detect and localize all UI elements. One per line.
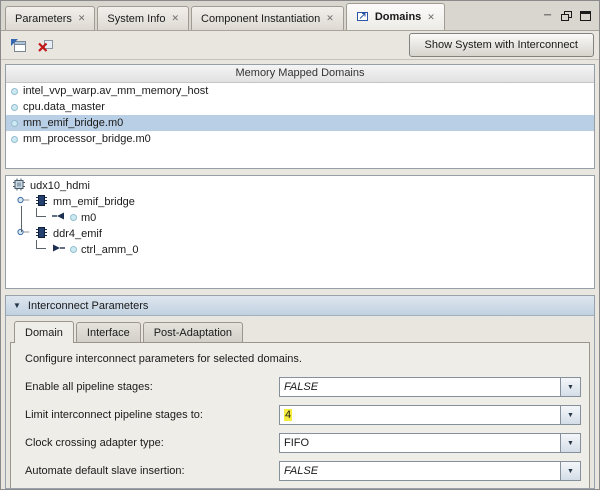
tab-label: Interface (87, 327, 130, 339)
red-x-icon (37, 38, 54, 53)
domain-list-item-selected[interactable]: mm_emif_bridge.m0 (6, 115, 594, 131)
collapse-arrow-icon[interactable]: ▼ (13, 302, 21, 310)
domain-tab-content: Configure interconnect parameters for se… (10, 342, 590, 488)
interface-dot-icon (70, 246, 77, 253)
tree-node-root[interactable]: udx10_hdmi (6, 178, 594, 194)
domain-list-item[interactable]: intel_vvp_warp.av_mm_memory_host (6, 83, 594, 99)
tab-label: Domains (375, 11, 421, 23)
tree-node[interactable]: ctrl_amm_0 (6, 242, 594, 258)
tab-label: Domain (25, 327, 63, 339)
tab-interface[interactable]: Interface (76, 322, 141, 342)
domain-label: mm_emif_bridge.m0 (23, 117, 123, 129)
domains-list-header: Memory Mapped Domains (6, 65, 594, 83)
close-icon[interactable]: ✕ (326, 14, 334, 23)
field-label: Automate default slave insertion: (25, 465, 279, 477)
show-system-with-interconnect-button[interactable]: Show System with Interconnect (409, 33, 594, 57)
minimize-icon[interactable]: ─ (540, 9, 555, 22)
tab-label: Component Instantiation (201, 13, 320, 25)
highlighted-value: 4 (284, 409, 292, 421)
dropdown-arrow-icon[interactable]: ▼ (560, 462, 580, 480)
maximize-icon[interactable] (578, 9, 593, 22)
combo-value: 4 (280, 406, 560, 424)
parameters-tab-area: Domain Interface Post-Adaptation Configu… (10, 316, 590, 488)
tab-label: System Info (107, 13, 165, 25)
tab-domain[interactable]: Domain (14, 321, 74, 343)
parameters-description: Configure interconnect parameters for se… (25, 353, 581, 365)
table-select-icon (10, 38, 27, 53)
dropdown-arrow-icon[interactable]: ▼ (560, 406, 580, 424)
tree-branch-icon (34, 208, 47, 227)
tab-label: Post-Adaptation (154, 327, 232, 339)
domain-list-item[interactable]: cpu.data_master (6, 99, 594, 115)
tab-system-info[interactable]: System Info ✕ (97, 6, 189, 30)
table-select-button[interactable] (6, 34, 30, 56)
dropdown-arrow-icon[interactable]: ▼ (560, 434, 580, 452)
form-row: Clock crossing adapter type: FIFO ▼ (25, 433, 581, 453)
chip-icon (12, 178, 26, 194)
tree-node-label: m0 (81, 212, 96, 224)
dropdown-arrow-icon[interactable]: ▼ (560, 378, 580, 396)
remove-domain-button[interactable] (33, 34, 57, 56)
tree-node-label: mm_emif_bridge (53, 196, 135, 208)
combo-value: FIFO (280, 434, 560, 452)
field-label: Enable all pipeline stages: (25, 381, 279, 393)
close-icon[interactable]: ✕ (171, 14, 179, 23)
tab-post-adaptation[interactable]: Post-Adaptation (143, 322, 243, 342)
interconnect-parameters-section: ▼ Interconnect Parameters Domain Interfa… (5, 295, 595, 489)
domain-dot-icon (11, 88, 18, 95)
domain-dot-icon (11, 104, 18, 111)
component-icon (34, 195, 49, 209)
domain-dot-icon (11, 120, 18, 127)
tree-branch-icon (34, 240, 47, 259)
component-icon (34, 227, 49, 241)
editor-tab-bar: Parameters ✕ System Info ✕ Component Ins… (1, 1, 599, 31)
domain-label: mm_processor_bridge.m0 (23, 133, 151, 145)
form-row: Limit interconnect pipeline stages to: 4… (25, 405, 581, 425)
expand-handle-icon[interactable] (16, 225, 30, 242)
system-tree-panel: udx10_hdmi mm_emif_bridge m0 ddr4_emif c… (5, 175, 595, 290)
close-icon[interactable]: ✕ (427, 13, 435, 22)
tree-node-label: ddr4_emif (53, 228, 102, 240)
tab-domains[interactable]: Domains ✕ (346, 3, 445, 30)
tree-connector-line (21, 206, 22, 232)
domain-list-item[interactable]: mm_processor_bridge.m0 (6, 131, 594, 147)
domain-label: cpu.data_master (23, 101, 105, 113)
field-label: Limit interconnect pipeline stages to: (25, 409, 279, 421)
restore-icon[interactable] (559, 9, 574, 22)
window-controls: ─ (540, 9, 595, 30)
interconnect-parameters-header[interactable]: ▼ Interconnect Parameters (6, 296, 594, 316)
tree-node-label: udx10_hdmi (30, 180, 90, 192)
domains-toolbar: Show System with Interconnect (1, 31, 599, 60)
domains-tab-icon (356, 10, 369, 25)
clock-crossing-adapter-combo[interactable]: FIFO ▼ (279, 433, 581, 453)
tab-component-instantiation[interactable]: Component Instantiation ✕ (191, 6, 344, 30)
memory-mapped-domains-panel: Memory Mapped Domains intel_vvp_warp.av_… (5, 64, 595, 169)
domain-dot-icon (11, 136, 18, 143)
form-row: Automate default slave insertion: FALSE … (25, 461, 581, 481)
domains-view-window: Parameters ✕ System Info ✕ Component Ins… (0, 0, 600, 490)
close-icon[interactable]: ✕ (78, 14, 86, 23)
combo-value: FALSE (280, 378, 560, 396)
enable-pipeline-stages-combo[interactable]: FALSE ▼ (279, 377, 581, 397)
combo-value: FALSE (280, 462, 560, 480)
form-row: Enable all pipeline stages: FALSE ▼ (25, 377, 581, 397)
section-title: Interconnect Parameters (28, 300, 148, 312)
field-label: Clock crossing adapter type: (25, 437, 279, 449)
expand-handle-icon[interactable] (16, 193, 30, 210)
limit-pipeline-stages-field[interactable]: 4 ▼ (279, 405, 581, 425)
port-out-icon (51, 243, 66, 256)
tree-node-label: ctrl_amm_0 (81, 244, 138, 256)
domain-label: intel_vvp_warp.av_mm_memory_host (23, 85, 208, 97)
tab-parameters[interactable]: Parameters ✕ (5, 6, 95, 30)
port-in-icon (51, 211, 66, 224)
automate-default-slave-combo[interactable]: FALSE ▼ (279, 461, 581, 481)
tab-label: Parameters (15, 13, 72, 25)
tree-node[interactable]: mm_emif_bridge (6, 194, 594, 210)
tree-node[interactable]: m0 (6, 210, 594, 226)
tree-node[interactable]: ddr4_emif (6, 226, 594, 242)
interface-dot-icon (70, 214, 77, 221)
parameters-tab-bar: Domain Interface Post-Adaptation (10, 316, 590, 342)
